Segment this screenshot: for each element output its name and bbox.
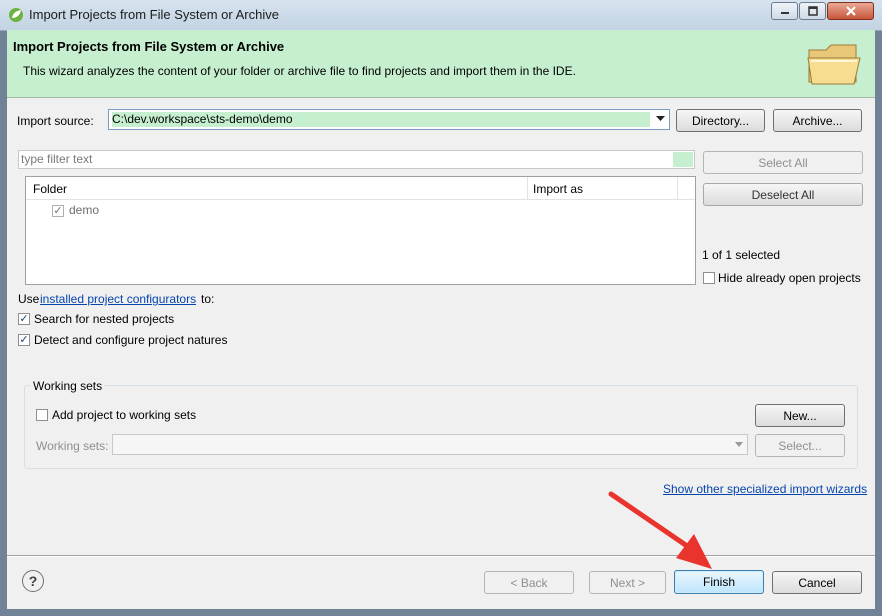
red-arrow-annotation — [608, 491, 712, 569]
